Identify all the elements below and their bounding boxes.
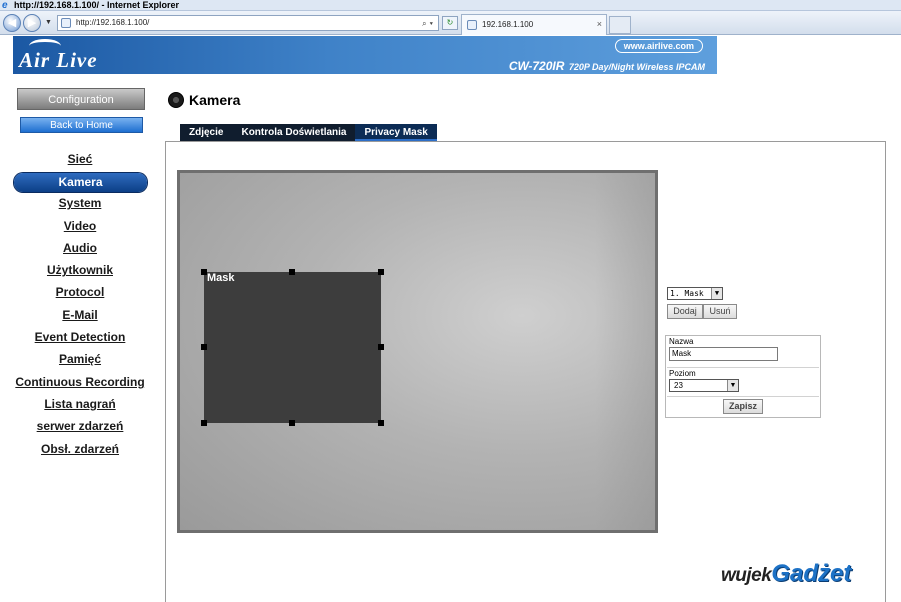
camera-preview[interactable]: Mask xyxy=(177,170,658,533)
browser-tab[interactable]: 192.168.1.100 × xyxy=(461,14,607,35)
resize-handle-top[interactable] xyxy=(289,269,295,275)
address-text: http://192.168.1.100/ xyxy=(76,18,150,27)
camera-icon xyxy=(168,92,184,108)
settings-tabs: Zdjęcie Kontrola Doświetlania Privacy Ma… xyxy=(180,124,437,141)
model-description: 720P Day/Night Wireless IPCAM xyxy=(568,62,705,72)
brand-logo: Air Live xyxy=(19,48,98,72)
website-link[interactable]: www.airlive.com xyxy=(614,39,703,53)
sidebar-item-audio[interactable]: Audio xyxy=(12,239,148,261)
privacy-mask-region[interactable]: Mask xyxy=(201,269,384,426)
sidebar-item-lista-nagran[interactable]: Lista nagrań xyxy=(12,395,148,417)
resize-handle-left[interactable] xyxy=(201,344,207,350)
forward-arrow-icon[interactable]: ▶ xyxy=(23,14,41,32)
resize-handle-top-right[interactable] xyxy=(378,269,384,275)
sidebar-item-video[interactable]: Video xyxy=(12,217,148,239)
resize-handle-bottom[interactable] xyxy=(289,420,295,426)
close-tab-icon[interactable]: × xyxy=(597,15,602,34)
history-dropdown-icon[interactable]: ▼ xyxy=(45,19,52,26)
configuration-button[interactable]: Configuration xyxy=(17,88,145,110)
sidebar-menu: Sieć Kamera System Video Audio Użytkowni… xyxy=(12,150,148,462)
name-row: Nazwa Mask xyxy=(667,337,819,368)
ie-logo-icon: e xyxy=(2,0,8,11)
window-title: http://192.168.1.100/ - Internet Explore… xyxy=(14,0,180,10)
mask-name-input[interactable]: Mask xyxy=(669,347,778,361)
airlive-banner: Air Live www.airlive.com CW-720IR 720P D… xyxy=(13,36,717,74)
sidebar-item-system[interactable]: System xyxy=(12,194,148,216)
page-title: Kamera xyxy=(168,90,240,110)
sidebar-item-email[interactable]: E-Mail xyxy=(12,306,148,328)
watermark-logo: wujekGadżet xyxy=(721,560,851,588)
page-icon xyxy=(61,18,71,28)
chevron-down-icon[interactable]: ▼ xyxy=(711,288,722,299)
level-row: Poziom 23 ▼ xyxy=(667,369,819,397)
resize-handle-top-left[interactable] xyxy=(201,269,207,275)
level-label: Poziom xyxy=(669,369,696,378)
tab-zdjecie[interactable]: Zdjęcie xyxy=(180,124,232,141)
sidebar-item-protocol[interactable]: Protocol xyxy=(12,283,148,305)
refresh-icon[interactable]: ↻ xyxy=(442,16,458,30)
address-search-icon[interactable]: ⌕▾ xyxy=(422,17,436,31)
resize-handle-bottom-left[interactable] xyxy=(201,420,207,426)
window-title-bar: e http://192.168.1.100/ - Internet Explo… xyxy=(0,0,901,11)
delete-mask-button[interactable]: Usuń xyxy=(703,304,737,319)
mask-select-value: 1. Mask xyxy=(670,289,704,298)
resize-handle-bottom-right[interactable] xyxy=(378,420,384,426)
back-arrow-icon[interactable]: ◀ xyxy=(3,14,21,32)
sidebar-item-continuous-recording[interactable]: Continuous Recording xyxy=(12,373,148,395)
tab-privacy-mask[interactable]: Privacy Mask xyxy=(355,124,437,141)
sidebar-item-serwer-zdarzen[interactable]: serwer zdarzeń xyxy=(12,417,148,439)
page-title-text: Kamera xyxy=(189,92,241,108)
sidebar-item-obsl-zdarzen[interactable]: Obsł. zdarzeń xyxy=(12,440,148,462)
save-button[interactable]: Zapisz xyxy=(723,399,763,414)
mask-region-label: Mask xyxy=(207,272,235,284)
name-label: Nazwa xyxy=(669,337,694,346)
model-name: CW-720IR xyxy=(508,59,565,73)
model-title: CW-720IR 720P Day/Night Wireless IPCAM xyxy=(509,57,705,75)
address-bar[interactable]: http://192.168.1.100/ ⌕▾ xyxy=(57,15,439,31)
new-tab-button[interactable] xyxy=(609,16,631,34)
sidebar-item-pamiec[interactable]: Pamięć xyxy=(12,350,148,372)
chevron-down-icon[interactable]: ▼ xyxy=(727,380,738,391)
tab-kontrola-doswietlania[interactable]: Kontrola Doświetlania xyxy=(232,124,355,141)
resize-handle-right[interactable] xyxy=(378,344,384,350)
tab-page-icon xyxy=(467,20,477,30)
sidebar-item-event-detection[interactable]: Event Detection xyxy=(12,328,148,350)
sidebar-item-siec[interactable]: Sieć xyxy=(12,150,148,172)
mask-select[interactable]: 1. Mask ▼ xyxy=(667,287,723,300)
browser-toolbar: ◀ ▶ ▼ http://192.168.1.100/ ⌕▾ ↻ 192.168… xyxy=(0,11,901,35)
add-mask-button[interactable]: Dodaj xyxy=(667,304,703,319)
preview-shading xyxy=(595,173,655,530)
level-select-value: 23 xyxy=(674,381,683,390)
level-select[interactable]: 23 ▼ xyxy=(669,379,739,392)
watermark-part-1: wujek xyxy=(721,565,772,586)
back-to-home-button[interactable]: Back to Home xyxy=(20,117,143,133)
sidebar-item-uzytkownik[interactable]: Użytkownik xyxy=(12,261,148,283)
tab-title: 192.168.1.100 xyxy=(482,20,534,29)
sidebar-item-kamera[interactable]: Kamera xyxy=(14,173,147,193)
watermark-part-2: Gadżet xyxy=(771,560,852,587)
